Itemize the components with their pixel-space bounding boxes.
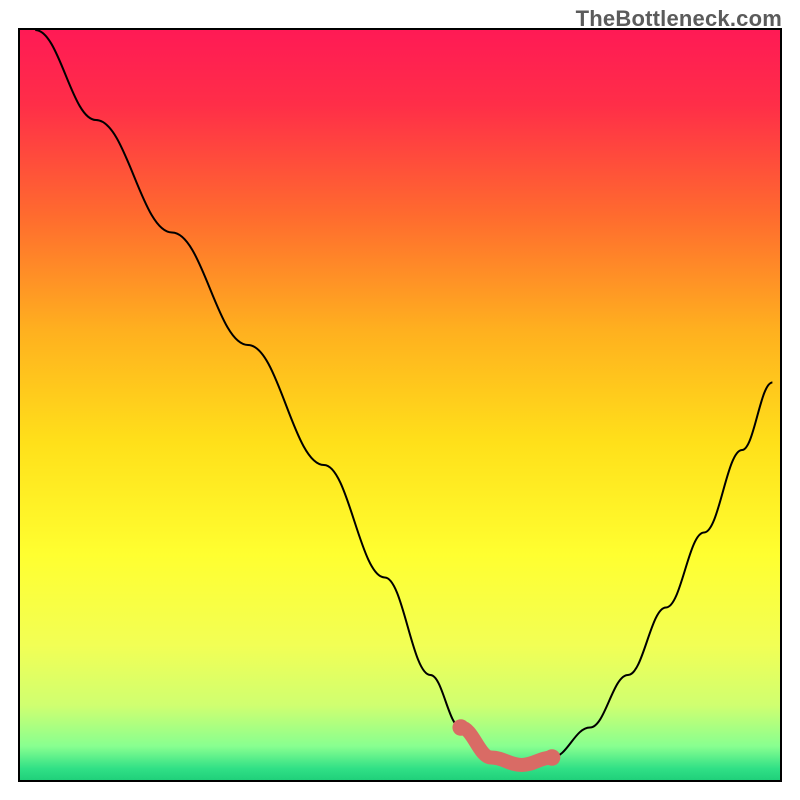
highlight-line [461,728,552,766]
highlight-dot-left [452,719,469,736]
plot-overlay [20,30,780,780]
curve-line [35,30,772,765]
highlight-dot-right [544,749,561,766]
watermark-label: TheBottleneck.com [576,6,782,32]
plot-frame [18,28,782,782]
chart-container: TheBottleneck.com [0,0,800,800]
